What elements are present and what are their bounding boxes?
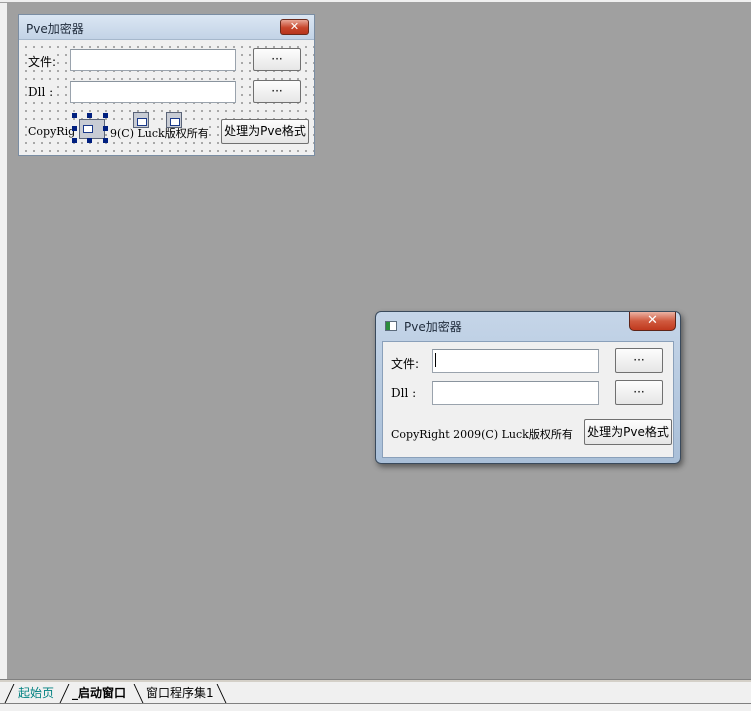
copyright-label-right: 9(C) Luck版权所有 (110, 125, 209, 141)
close-icon: ✕ (647, 313, 658, 328)
design-form-titlebar[interactable]: Pve加密器 ✕ (19, 15, 314, 40)
selected-component-icon[interactable] (79, 119, 105, 139)
preview-file-label: 文件: (391, 355, 420, 372)
design-form-title: Pve加密器 (26, 22, 84, 36)
selection-handle[interactable] (87, 113, 92, 118)
tab-window-assembly[interactable]: 窗口程序集1 (146, 684, 214, 703)
app-icon (385, 321, 397, 331)
preview-copyright-label: CopyRight 2009(C) Luck版权所有 (391, 426, 573, 442)
close-icon: ✕ (289, 20, 300, 33)
design-form[interactable]: Pve加密器 ✕ 文件: ··· Dll : ··· CopyRig 9(C) … (18, 14, 315, 156)
preview-dll-input[interactable] (432, 381, 599, 405)
dll-label: Dll : (28, 85, 54, 99)
browse-file-button-label: ··· (271, 52, 283, 66)
tab-startup-window[interactable]: _启动窗口 (72, 684, 126, 703)
design-form-close-button[interactable]: ✕ (280, 19, 309, 35)
preview-window-close-button[interactable]: ✕ (629, 312, 676, 331)
preview-browse-dll-button-label: ··· (633, 385, 645, 399)
process-button[interactable]: 处理为Pve格式 (221, 119, 309, 144)
preview-process-button-label: 处理为Pve格式 (587, 425, 669, 439)
tab-baseline (0, 703, 751, 704)
preview-window[interactable]: Pve加密器 ✕ 文件: ··· Dll : ··· CopyRight 200… (375, 311, 681, 464)
selection-handle[interactable] (103, 113, 108, 118)
selection-handle[interactable] (72, 138, 77, 143)
design-form-grid[interactable]: 文件: ··· Dll : ··· CopyRig 9(C) Luck版权所有 … (19, 40, 314, 155)
browse-dll-button[interactable]: ··· (253, 80, 301, 103)
tab-separator (4, 684, 15, 703)
preview-process-button[interactable]: 处理为Pve格式 (584, 419, 672, 445)
tab-bar: 起始页 _启动窗口 窗口程序集1 (0, 682, 751, 711)
browse-file-button[interactable]: ··· (253, 48, 301, 71)
tab-separator (133, 684, 144, 703)
preview-window-title: Pve加密器 (404, 320, 462, 334)
preview-browse-dll-button[interactable]: ··· (615, 380, 663, 405)
selection-handle[interactable] (103, 138, 108, 143)
browse-dll-button-label: ··· (271, 84, 283, 98)
dll-input[interactable] (70, 81, 236, 103)
selection-handle[interactable] (87, 138, 92, 143)
designer-area: Pve加密器 ✕ 文件: ··· Dll : ··· CopyRig 9(C) … (0, 0, 751, 682)
component-icon[interactable] (166, 112, 182, 128)
tab-separator (216, 684, 227, 703)
preview-browse-file-button[interactable]: ··· (615, 348, 663, 373)
text-caret (435, 353, 436, 367)
file-input[interactable] (70, 49, 236, 71)
selection-handle[interactable] (103, 126, 108, 131)
component-icon[interactable] (133, 112, 149, 128)
tab-separator (59, 684, 70, 703)
tab-start-page[interactable]: 起始页 (18, 684, 54, 703)
copyright-label-left: CopyRig (28, 125, 76, 138)
preview-browse-file-button-label: ··· (633, 353, 645, 367)
preview-file-input[interactable] (432, 349, 599, 373)
selection-handle[interactable] (72, 126, 77, 131)
process-button-label: 处理为Pve格式 (224, 124, 306, 138)
preview-dll-label: Dll : (391, 386, 417, 400)
file-label: 文件: (28, 53, 57, 70)
preview-window-client: 文件: ··· Dll : ··· CopyRight 2009(C) Luck… (382, 341, 674, 458)
selection-handle[interactable] (72, 113, 77, 118)
